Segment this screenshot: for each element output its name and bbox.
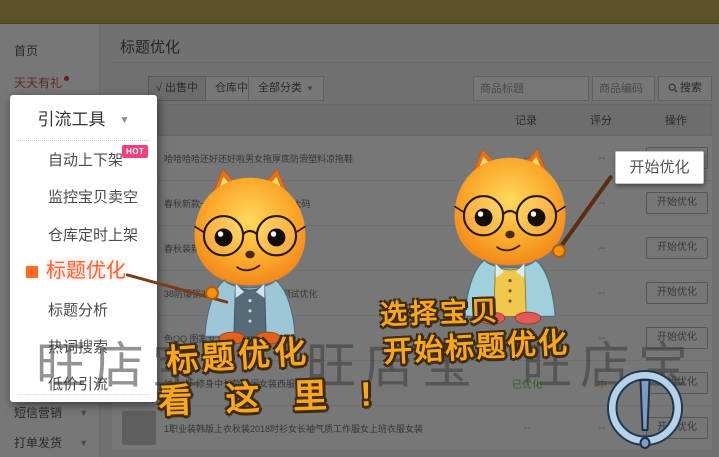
browser-top-bar xyxy=(0,0,719,24)
fox-paw xyxy=(552,244,566,258)
annotation-look-here: 看 这 里 ! xyxy=(157,366,384,423)
fox-paw xyxy=(205,286,219,300)
popup-menu-title[interactable]: 引流工具▼ xyxy=(10,105,157,130)
menu-item-monitor-soldout[interactable]: 监控宝贝卖空 xyxy=(10,179,157,216)
active-bullet-icon xyxy=(26,266,38,278)
menu-item-auto-shelving[interactable]: 自动上下架HOT xyxy=(10,142,157,179)
hot-badge: HOT xyxy=(122,145,148,158)
start-optimize-tooltip-button[interactable]: 开始优化 xyxy=(615,151,704,184)
app-window: 首页 天天有礼 短信营销▼ 打单发货▼ 标题优化 √ 出售中 仓库中 全部分类▼… xyxy=(0,0,719,457)
menu-item-title-analysis[interactable]: 标题分析 xyxy=(10,292,157,329)
menu-item-title-optimization[interactable]: 标题优化 xyxy=(10,253,157,290)
exclamation-icon xyxy=(605,368,685,457)
divider xyxy=(18,140,149,141)
menu-item-scheduled-shelving[interactable]: 仓库定时上架 xyxy=(10,217,157,254)
chevron-down-icon: ▼ xyxy=(120,115,130,126)
fox-mascot-left xyxy=(186,164,314,345)
